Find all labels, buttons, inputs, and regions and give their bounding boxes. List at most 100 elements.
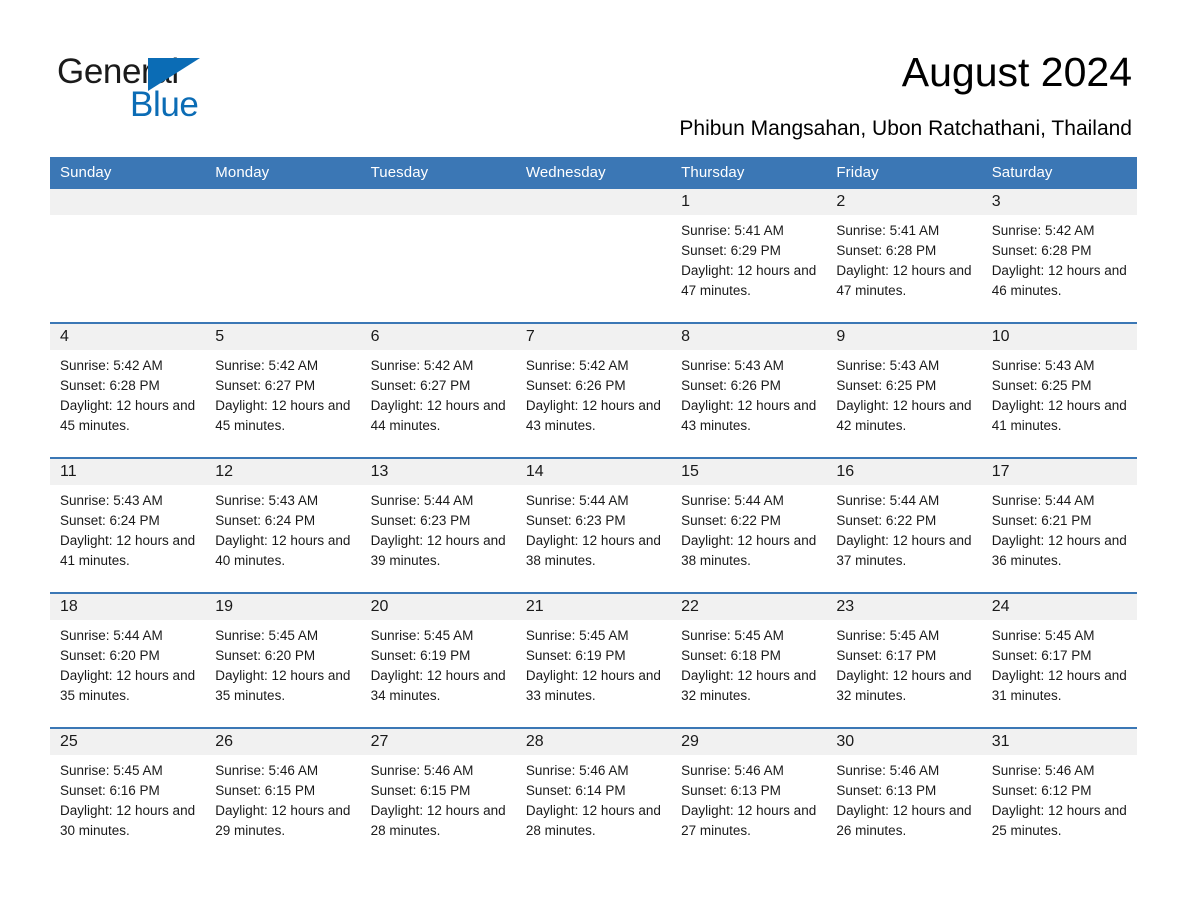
sunrise-text: Sunrise: 5:44 AM: [836, 493, 940, 508]
sunrise-text: Sunrise: 5:44 AM: [525, 493, 629, 508]
day-cell[interactable]: 21 Sunrise: 5:45 AM Sunset: 6:19 PM Dayl…: [515, 592, 672, 728]
day-cell[interactable]: [360, 189, 516, 323]
day-cell[interactable]: 5 Sunrise: 5:42 AM Sunset: 6:27 PM Dayli…: [205, 322, 361, 458]
day-cell[interactable]: 28 Sunrise: 5:46 AM Sunset: 6:14 PM Dayl…: [515, 727, 672, 862]
day-number: 18: [50, 594, 206, 620]
sunrise-text: Sunrise: 5:43 AM: [836, 358, 940, 373]
day-number: 12: [205, 459, 361, 485]
day-cell[interactable]: 12 Sunrise: 5:43 AM Sunset: 6:24 PM Dayl…: [205, 457, 361, 593]
daylight-text: Daylight: 12 hours and 35 minutes.: [60, 668, 196, 703]
day-info: Sunrise: 5:42 AM Sunset: 6:26 PM Dayligh…: [516, 350, 671, 436]
day-cell[interactable]: 26 Sunrise: 5:46 AM Sunset: 6:15 PM Dayl…: [205, 727, 361, 862]
sunset-text: Sunset: 6:22 PM: [681, 513, 781, 528]
day-cell[interactable]: [50, 189, 206, 323]
sunrise-text: Sunrise: 5:45 AM: [370, 628, 474, 643]
day-cell[interactable]: 23 Sunrise: 5:45 AM Sunset: 6:17 PM Dayl…: [826, 592, 982, 728]
day-info: Sunrise: 5:44 AM Sunset: 6:22 PM Dayligh…: [671, 485, 826, 571]
daylight-text: Daylight: 12 hours and 45 minutes.: [215, 398, 351, 433]
weekday-header-thursday: Thursday: [671, 157, 827, 189]
day-cell[interactable]: 14 Sunrise: 5:44 AM Sunset: 6:23 PM Dayl…: [515, 457, 672, 593]
day-number: 1: [671, 189, 827, 215]
daylight-text: Daylight: 12 hours and 43 minutes.: [681, 398, 817, 433]
daylight-text: Daylight: 12 hours and 32 minutes.: [681, 668, 817, 703]
day-cell[interactable]: 24 Sunrise: 5:45 AM Sunset: 6:17 PM Dayl…: [981, 592, 1137, 728]
calendar-page: General Blue August 2024 Phibun Mangsaha…: [0, 0, 1188, 918]
day-cell[interactable]: 17 Sunrise: 5:44 AM Sunset: 6:21 PM Dayl…: [981, 457, 1137, 593]
sunrise-text: Sunrise: 5:45 AM: [991, 628, 1095, 643]
day-number: 30: [826, 729, 982, 755]
day-cell[interactable]: 10 Sunrise: 5:43 AM Sunset: 6:25 PM Dayl…: [981, 322, 1137, 458]
sunset-text: Sunset: 6:20 PM: [60, 648, 160, 663]
day-number: 6: [360, 324, 516, 350]
sunrise-text: Sunrise: 5:42 AM: [525, 358, 629, 373]
day-cell[interactable]: 19 Sunrise: 5:45 AM Sunset: 6:20 PM Dayl…: [205, 592, 361, 728]
day-cell[interactable]: 29 Sunrise: 5:46 AM Sunset: 6:13 PM Dayl…: [671, 727, 827, 862]
day-cell[interactable]: [515, 189, 672, 323]
daylight-text: Daylight: 12 hours and 35 minutes.: [215, 668, 351, 703]
day-cell[interactable]: 4 Sunrise: 5:42 AM Sunset: 6:28 PM Dayli…: [50, 322, 206, 458]
sunset-text: Sunset: 6:18 PM: [681, 648, 781, 663]
sunset-text: Sunset: 6:17 PM: [991, 648, 1092, 663]
sunset-text: Sunset: 6:21 PM: [991, 513, 1092, 528]
sunset-text: Sunset: 6:15 PM: [215, 783, 316, 798]
day-info: Sunrise: 5:41 AM Sunset: 6:28 PM Dayligh…: [826, 215, 981, 301]
day-cell[interactable]: 2 Sunrise: 5:41 AM Sunset: 6:28 PM Dayli…: [826, 189, 982, 323]
day-number: 31: [981, 729, 1137, 755]
weekday-header-sunday: Sunday: [50, 157, 206, 189]
day-cell[interactable]: 20 Sunrise: 5:45 AM Sunset: 6:19 PM Dayl…: [360, 592, 516, 728]
daylight-text: Daylight: 12 hours and 38 minutes.: [525, 533, 661, 568]
day-cell[interactable]: 7 Sunrise: 5:42 AM Sunset: 6:26 PM Dayli…: [515, 322, 672, 458]
sunset-text: Sunset: 6:13 PM: [681, 783, 781, 798]
day-cell[interactable]: 15 Sunrise: 5:44 AM Sunset: 6:22 PM Dayl…: [671, 457, 827, 593]
sunrise-text: Sunrise: 5:46 AM: [991, 763, 1095, 778]
day-number: 22: [671, 594, 827, 620]
day-cell[interactable]: 6 Sunrise: 5:42 AM Sunset: 6:27 PM Dayli…: [360, 322, 516, 458]
page-subtitle: Phibun Mangsahan, Ubon Ratchathani, Thai…: [679, 117, 1132, 140]
calendar-week-row: 25 Sunrise: 5:45 AM Sunset: 6:16 PM Dayl…: [50, 727, 1137, 862]
weekday-header-monday: Monday: [205, 157, 361, 189]
sunrise-text: Sunrise: 5:42 AM: [370, 358, 474, 373]
day-info: Sunrise: 5:41 AM Sunset: 6:29 PM Dayligh…: [671, 215, 826, 301]
sunrise-text: Sunrise: 5:43 AM: [60, 493, 163, 508]
sunrise-text: Sunrise: 5:45 AM: [60, 763, 163, 778]
weekday-header-friday: Friday: [826, 157, 982, 189]
day-cell[interactable]: 9 Sunrise: 5:43 AM Sunset: 6:25 PM Dayli…: [826, 322, 982, 458]
sunrise-text: Sunrise: 5:46 AM: [215, 763, 319, 778]
daylight-text: Daylight: 12 hours and 46 minutes.: [991, 263, 1127, 298]
day-cell[interactable]: 1 Sunrise: 5:41 AM Sunset: 6:29 PM Dayli…: [671, 189, 827, 323]
day-number: 14: [515, 459, 672, 485]
day-info: Sunrise: 5:44 AM Sunset: 6:23 PM Dayligh…: [361, 485, 516, 571]
day-number: 2: [826, 189, 982, 215]
day-cell[interactable]: 25 Sunrise: 5:45 AM Sunset: 6:16 PM Dayl…: [50, 727, 206, 862]
daylight-text: Daylight: 12 hours and 27 minutes.: [681, 803, 817, 838]
day-number: [205, 189, 361, 215]
calendar-week-row: 11 Sunrise: 5:43 AM Sunset: 6:24 PM Dayl…: [50, 457, 1137, 593]
day-cell[interactable]: [205, 189, 361, 323]
day-cell[interactable]: 31 Sunrise: 5:46 AM Sunset: 6:12 PM Dayl…: [981, 727, 1137, 862]
sunset-text: Sunset: 6:17 PM: [836, 648, 937, 663]
day-cell[interactable]: 8 Sunrise: 5:43 AM Sunset: 6:26 PM Dayli…: [671, 322, 827, 458]
general-blue-logo[interactable]: General Blue: [57, 52, 237, 124]
sunset-text: Sunset: 6:16 PM: [60, 783, 160, 798]
day-number: 17: [981, 459, 1137, 485]
sunrise-text: Sunrise: 5:46 AM: [836, 763, 940, 778]
daylight-text: Daylight: 12 hours and 39 minutes.: [370, 533, 506, 568]
day-cell[interactable]: 18 Sunrise: 5:44 AM Sunset: 6:20 PM Dayl…: [50, 592, 206, 728]
sunrise-text: Sunrise: 5:44 AM: [370, 493, 474, 508]
day-number: 28: [515, 729, 672, 755]
calendar-week-row: 4 Sunrise: 5:42 AM Sunset: 6:28 PM Dayli…: [50, 322, 1137, 458]
day-cell[interactable]: 30 Sunrise: 5:46 AM Sunset: 6:13 PM Dayl…: [826, 727, 982, 862]
daylight-text: Daylight: 12 hours and 42 minutes.: [836, 398, 972, 433]
day-cell[interactable]: 11 Sunrise: 5:43 AM Sunset: 6:24 PM Dayl…: [50, 457, 206, 593]
day-number: 15: [671, 459, 827, 485]
daylight-text: Daylight: 12 hours and 45 minutes.: [60, 398, 196, 433]
day-number: 21: [515, 594, 672, 620]
weekday-header-saturday: Saturday: [981, 157, 1137, 189]
day-cell[interactable]: 27 Sunrise: 5:46 AM Sunset: 6:15 PM Dayl…: [360, 727, 516, 862]
day-cell[interactable]: 13 Sunrise: 5:44 AM Sunset: 6:23 PM Dayl…: [360, 457, 516, 593]
day-cell[interactable]: 16 Sunrise: 5:44 AM Sunset: 6:22 PM Dayl…: [826, 457, 982, 593]
day-cell[interactable]: 3 Sunrise: 5:42 AM Sunset: 6:28 PM Dayli…: [981, 189, 1137, 323]
daylight-text: Daylight: 12 hours and 40 minutes.: [215, 533, 351, 568]
sunrise-text: Sunrise: 5:42 AM: [991, 223, 1095, 238]
day-cell[interactable]: 22 Sunrise: 5:45 AM Sunset: 6:18 PM Dayl…: [671, 592, 827, 728]
